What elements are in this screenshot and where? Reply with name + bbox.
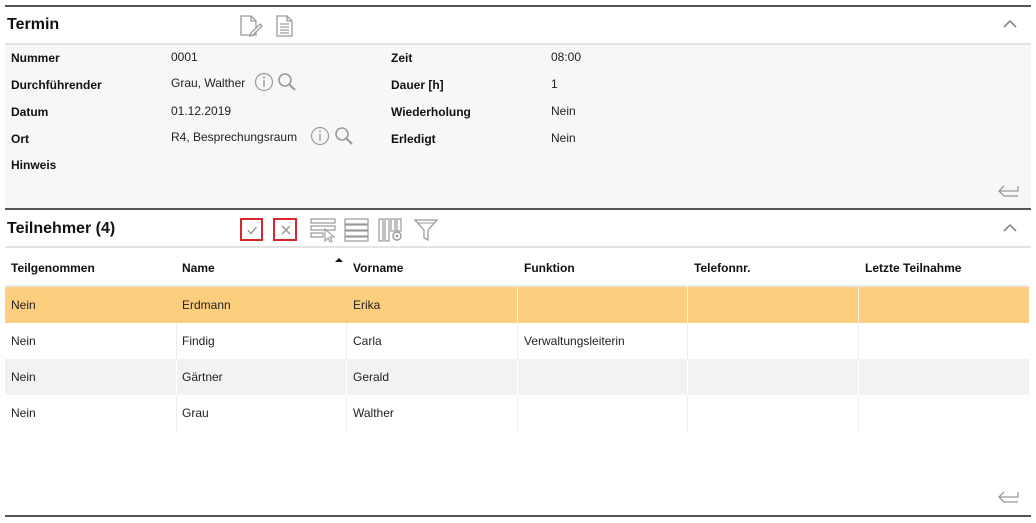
termin-body [5,45,1031,208]
cell-vorname: Carla [353,334,382,348]
column-header-vorname[interactable]: Vorname [353,261,403,275]
field-label-zeit: Zeit [391,51,413,65]
teilnehmer-bottom-border [5,515,1031,517]
termin-header [5,7,1031,43]
field-value-durchfuehrender: Grau, Walther [171,76,246,90]
cell-teilgenommen: Nein [11,298,36,312]
cell-vorname: Erika [353,298,381,312]
table-row[interactable]: Nein Gärtner Gerald [5,359,1029,395]
column-settings-icon[interactable] [378,217,404,243]
info-icon[interactable] [310,126,330,146]
column-separator [176,395,177,431]
field-label-datum: Datum [11,105,49,119]
collapse-teilnehmer-icon[interactable] [1002,222,1018,234]
column-separator [687,395,688,431]
column-separator [176,359,177,395]
info-icon[interactable] [254,72,274,92]
field-label-erledigt: Erledigt [391,132,436,146]
return-icon[interactable] [996,183,1022,199]
column-separator [858,287,859,323]
cell-name: Erdmann [182,298,231,312]
teilnehmer-header [5,210,1031,246]
cell-teilgenommen: Nein [11,370,36,384]
field-value-dauer: 1 [551,77,558,91]
cell-name: Gärtner [182,370,223,384]
edit-document-icon[interactable] [238,14,264,38]
cell-name: Grau [182,406,209,420]
close-icon [281,225,291,235]
column-separator [858,323,859,359]
search-icon[interactable] [334,126,354,146]
termin-title: Termin [7,16,60,33]
field-label-ort: Ort [11,132,29,146]
column-header-letzte-teilnahme[interactable]: Letzte Teilnahme [865,261,961,275]
cell-teilgenommen: Nein [11,406,36,420]
remove-button[interactable] [273,218,297,241]
column-separator [517,395,518,431]
cell-vorname: Walther [353,406,394,420]
field-label-wiederholung: Wiederholung [391,105,471,119]
column-separator [687,359,688,395]
field-value-datum: 01.12.2019 [171,104,232,118]
filter-icon[interactable] [413,217,439,243]
column-separator [858,395,859,431]
table-row[interactable]: Nein Findig Carla Verwaltungsleiterin [5,323,1029,359]
field-value-zeit: 08:00 [551,50,582,64]
return-icon[interactable] [996,489,1022,505]
column-header-telefonnr[interactable]: Telefonnr. [694,261,750,275]
field-value-wiederholung: Nein [551,104,576,118]
search-icon[interactable] [277,72,297,92]
column-separator [346,359,347,395]
column-separator [687,323,688,359]
table-row[interactable]: Nein Erdmann Erika [5,287,1029,323]
sort-ascending-icon [335,258,343,262]
table-row[interactable]: Nein Grau Walther [5,395,1029,431]
cell-vorname: Gerald [353,370,390,384]
column-header-name[interactable]: Name [182,261,215,275]
field-label-durchfuehrender: Durchführender [11,78,102,92]
column-separator [858,359,859,395]
check-button[interactable] [240,218,263,241]
cell-funktion: Verwaltungsleiterin [524,334,625,348]
column-separator [176,323,177,359]
teilnehmer-title: Teilnehmer (4) [7,220,116,237]
column-separator [517,323,518,359]
document-icon[interactable] [274,14,296,38]
select-rows-icon[interactable] [310,217,338,243]
column-separator [346,323,347,359]
column-separator [517,359,518,395]
column-separator [517,287,518,323]
field-label-hinweis: Hinweis [11,158,57,172]
column-separator [687,287,688,323]
collapse-termin-icon[interactable] [1002,18,1018,30]
field-label-dauer: Dauer [h] [391,78,444,92]
column-header-teilgenommen[interactable]: Teilgenommen [11,261,95,275]
list-view-icon[interactable] [344,217,370,243]
cell-teilgenommen: Nein [11,334,36,348]
field-value-erledigt: Nein [551,131,576,145]
cell-name: Findig [182,334,215,348]
column-header-funktion[interactable]: Funktion [524,261,575,275]
check-icon [247,226,258,235]
field-value-ort: R4, Besprechungsraum [171,130,298,144]
field-value-nummer: 0001 [171,50,198,64]
field-label-nummer: Nummer [11,51,60,65]
column-separator [346,395,347,431]
